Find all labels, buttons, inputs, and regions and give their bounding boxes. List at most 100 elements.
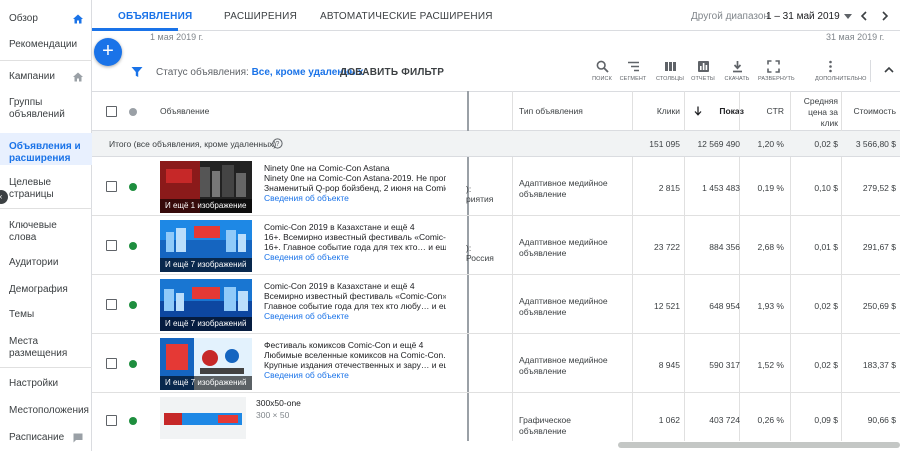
ad-thumbnail[interactable] [160, 397, 246, 439]
ad-type: Адаптивное медийное объявление [519, 237, 608, 258]
column-header-avg-cpc[interactable]: Средняя цена за клик [792, 96, 838, 129]
download-button[interactable]: СКАЧАТЬ [722, 60, 752, 82]
chevron-left-icon[interactable] [860, 11, 868, 21]
ctr-value: 0,26 % [757, 415, 784, 425]
sidebar-item-label: Обзор [9, 13, 38, 24]
search-icon [596, 60, 609, 73]
sidebar-item-ads-extensions[interactable]: Объявления и расширения [0, 133, 92, 165]
sidebar-item-overview[interactable]: Обзор [0, 13, 92, 25]
row-checkbox[interactable] [106, 415, 117, 426]
ad-thumbnail[interactable]: И ещё 1 изображение [160, 161, 252, 213]
ad-type: Графическое объявление [519, 415, 571, 436]
row-checkbox[interactable] [106, 181, 117, 192]
column-header-clicks[interactable]: Клики [632, 106, 680, 117]
chevron-up-icon[interactable] [884, 66, 894, 74]
asset-details-link[interactable]: Сведения об объекте [264, 311, 446, 321]
ctr-value: 1,52 % [757, 360, 784, 370]
tab-ads[interactable]: ОБЪЯВЛЕНИЯ [118, 11, 192, 22]
ad-type: Адаптивное медийное объявление [519, 178, 608, 199]
create-button[interactable]: + [94, 38, 122, 66]
status-dot-enabled [129, 360, 137, 368]
segment-button[interactable]: СЕГМЕНТ [618, 60, 648, 82]
asset-details-link[interactable]: Сведения об объекте [264, 370, 446, 380]
dropdown-arrow-icon[interactable] [844, 14, 852, 20]
sidebar-item-topics[interactable]: Темы [0, 309, 92, 321]
cost-value: 250,69 $ [862, 301, 896, 311]
filter-icon[interactable] [131, 66, 143, 78]
ad-description: Знаменитый Q-pop бойзбенд, 2 июня на Com… [264, 183, 446, 193]
help-icon[interactable]: ? [272, 138, 283, 149]
column-header-ctr[interactable]: CTR [744, 106, 784, 117]
sidebar-item-settings[interactable]: Настройки [0, 378, 92, 390]
sidebar-item-recommendations[interactable]: Рекомендации [0, 39, 92, 51]
toolbar-label: СТОЛБЦЫ [656, 76, 684, 82]
sidebar-item-label: Места размещения [9, 336, 68, 359]
avg-cpc-value: 0,10 $ [814, 183, 838, 193]
table-row[interactable]: И ещё 7 изображений Comic-Con 2019 в Каз… [92, 216, 900, 275]
ctr-value: 0,19 % [757, 183, 784, 193]
search-button[interactable]: ПОИСК [587, 60, 617, 82]
row-checkbox[interactable] [106, 240, 117, 251]
table-row[interactable]: И ещё 7 изображений Фестиваль комиксов C… [92, 334, 900, 393]
table-header: Объявление Тип объявления Клики Показ CT… [92, 91, 900, 131]
sidebar-item-campaigns[interactable]: Кампании [0, 71, 92, 83]
status-filter-chip[interactable]: Статус объявления: Все, кроме удаленных [156, 67, 364, 78]
tab-auto-extensions[interactable]: АВТОМАТИЧЕСКИЕ РАСШИРЕНИЯ [320, 11, 493, 22]
ctr-value: 2,68 % [757, 242, 784, 252]
sidebar-item-locations[interactable]: Местоположения [0, 405, 92, 417]
sidebar-item-label: Расписание [9, 432, 65, 443]
chevron-right-icon[interactable] [881, 11, 889, 21]
filter-label: Статус объявления: [156, 67, 249, 78]
expand-button[interactable]: РАЗВЕРНУТЬ [758, 60, 795, 82]
thumbnail-caption: И ещё 1 изображение [160, 199, 252, 213]
avg-cpc-value: 0,09 $ [814, 415, 838, 425]
asset-details-link[interactable]: Сведения об объекте [264, 252, 446, 262]
clicks-value: 8 945 [658, 360, 680, 370]
column-header-type[interactable]: Тип объявления [519, 106, 583, 117]
date-range-picker[interactable]: 1 – 31 май 2019 [766, 11, 840, 22]
total-cost: 3 566,80 $ [855, 139, 896, 149]
truncated-cell: Россия [466, 253, 494, 263]
ad-headline: Ninety 0ne на Comic-Con Astana [264, 163, 390, 173]
horizontal-scrollbar[interactable] [618, 442, 900, 448]
table-row[interactable]: 300x50-one 300 × 50 Графическое объявлен… [92, 393, 900, 445]
truncated-cell: ): [466, 243, 472, 253]
column-header-cost[interactable]: Стоимость [844, 106, 896, 117]
row-checkbox[interactable] [106, 358, 117, 369]
columns-button[interactable]: СТОЛБЦЫ [655, 60, 685, 82]
row-checkbox[interactable] [106, 299, 117, 310]
tab-extensions[interactable]: РАСШИРЕНИЯ [224, 11, 297, 22]
sidebar-item-audiences[interactable]: Аудитории [0, 257, 92, 269]
more-button[interactable]: ДОПОЛНИТЕЛЬНО [815, 60, 866, 82]
sidebar-item-demographics[interactable]: Демография [0, 284, 92, 296]
ad-description: 16+. Главное событие года для тех кто… и… [264, 242, 446, 252]
ad-headline: 300x50-one [256, 398, 301, 408]
table-row[interactable]: И ещё 1 изображение Ninety 0ne на Comic-… [92, 157, 900, 216]
reports-button[interactable]: ОТЧЕТЫ [688, 60, 718, 82]
download-icon [732, 61, 742, 73]
sidebar-item-ad-groups[interactable]: Группы объявлений [0, 97, 80, 121]
sidebar-item-placements[interactable]: Места размещения [0, 336, 76, 360]
column-header-impressions[interactable]: Показ [704, 106, 744, 117]
impressions-value: 403 724 [709, 415, 740, 425]
sidebar-item-landing-pages[interactable]: Целевые страницы [0, 177, 72, 201]
ad-thumbnail[interactable]: И ещё 7 изображений [160, 220, 252, 272]
asset-details-link[interactable]: Сведения об объекте [264, 193, 446, 203]
ad-description: Всемирно известный фестиваль «Comic-Con»… [264, 291, 446, 301]
sidebar-item-label: Аудитории [9, 257, 59, 268]
sidebar-item-label: Рекомендации [9, 39, 78, 50]
clicks-value: 2 815 [658, 183, 680, 193]
column-header-ad[interactable]: Объявление [160, 106, 209, 117]
ad-thumbnail[interactable]: И ещё 7 изображений [160, 338, 252, 390]
divider [0, 367, 92, 368]
select-all-checkbox[interactable] [106, 106, 117, 117]
add-filter-button[interactable]: ДОБАВИТЬ ФИЛЬТР [340, 67, 444, 78]
table-row[interactable]: И ещё 7 изображений Comic-Con 2019 в Каз… [92, 275, 900, 334]
banner-image [164, 413, 242, 425]
impressions-value: 884 356 [709, 242, 740, 252]
sidebar-item-schedule[interactable]: Расписание [0, 432, 92, 444]
sidebar-item-keywords[interactable]: Ключевые слова [0, 220, 70, 244]
cost-value: 183,37 $ [862, 360, 896, 370]
ad-thumbnail[interactable]: И ещё 7 изображений [160, 279, 252, 331]
ad-description: Ninety 0ne на Comic-Con Astana-2019. Не … [264, 173, 446, 183]
